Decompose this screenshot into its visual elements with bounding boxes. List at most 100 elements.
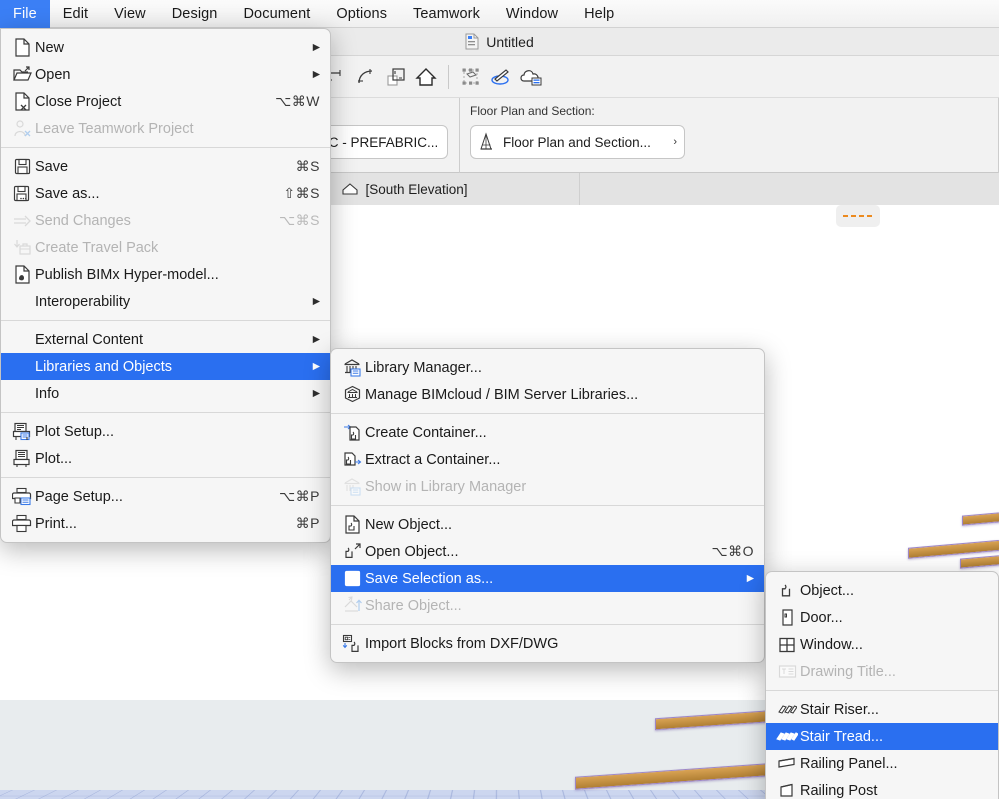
elevation-icon (341, 182, 359, 196)
menu-separator (331, 413, 764, 414)
menu-item-new[interactable]: New ▶ (1, 34, 330, 61)
open-object-icon (339, 541, 365, 563)
create-container-icon (339, 422, 365, 444)
curve-icon[interactable] (351, 62, 381, 92)
menu-item-plot-setup[interactable]: Plot Setup... (1, 418, 330, 445)
menubar-item-label: View (114, 6, 146, 22)
menu-item-create-container[interactable]: Create Container... (331, 419, 764, 446)
menubar-item-help[interactable]: Help (571, 0, 627, 28)
door-icon (774, 607, 800, 629)
menu-item-save[interactable]: Save ⌘S (1, 153, 330, 180)
menu-item-print[interactable]: Print... ⌘P (1, 510, 330, 537)
menu-item-label: Save as... (35, 185, 100, 202)
menu-item-manage-bimcloud-bim-server-libraries[interactable]: Manage BIMcloud / BIM Server Libraries..… (331, 381, 764, 408)
document-icon (465, 33, 479, 50)
file-menu[interactable]: New ▶ Open ▶ Close Project ⌥⌘W Leave Teamwork … (0, 28, 331, 543)
menubar-item-label: Options (336, 6, 388, 22)
menubar-item-options[interactable]: Options (323, 0, 400, 28)
save-disk-icon (9, 156, 35, 178)
page-setup-icon (9, 486, 35, 508)
menu-item-door[interactable]: Door... (766, 604, 998, 631)
menu-item-label: Libraries and Objects (35, 358, 173, 375)
menu-item-railing-panel[interactable]: Railing Panel... (766, 750, 998, 777)
menu-item-save-selection-as[interactable]: Save Selection as... ▶ (331, 565, 764, 592)
save-selection-as-submenu[interactable]: Object... Door... Window... Drawing Title..… (765, 571, 999, 799)
libraries-and-objects-submenu[interactable]: Library Manager... Manage BIMcloud / BIM … (330, 348, 765, 663)
roof-icon[interactable] (411, 62, 441, 92)
menu-item-open-object[interactable]: Open Object... ⌥⌘O (331, 538, 764, 565)
menu-item-publish-bimx-hyper-model[interactable]: Publish BIMx Hyper-model... (1, 261, 330, 288)
menu-item-label: Interoperability (35, 293, 131, 310)
window-icon (774, 634, 800, 656)
object-icon (774, 580, 800, 602)
railing-panel-icon (774, 753, 800, 775)
menu-item-label: Extract a Container... (365, 451, 501, 468)
menu-item-object[interactable]: Object... (766, 577, 998, 604)
show-library-icon (339, 476, 365, 498)
menubar-item-label: Document (243, 6, 311, 22)
submenu-arrow-icon: ▶ (312, 361, 320, 372)
menu-item-interoperability[interactable]: Interoperability ▶ (1, 288, 330, 315)
menu-item-import-blocks-from-dxf-dwg[interactable]: Import Blocks from DXF/DWG (331, 630, 764, 657)
bimcloud-icon (339, 384, 365, 406)
dashed-line-button[interactable] (836, 205, 880, 227)
menubar[interactable]: File Edit View Design Document Options Teamwor… (0, 0, 627, 28)
menu-item-new-object[interactable]: New Object... (331, 511, 764, 538)
menu-item-window[interactable]: Window... (766, 631, 998, 658)
close-doc-icon (9, 91, 35, 113)
menu-item-shortcut: ⌘P (295, 515, 320, 531)
menu-item-extract-a-container[interactable]: Extract a Container... (331, 446, 764, 473)
chevron-right-icon[interactable]: › (669, 136, 677, 148)
menu-item-railing-post[interactable]: Railing Post (766, 777, 998, 799)
stair-tread-icon (774, 726, 800, 748)
menu-item-label: Create Container... (365, 424, 487, 441)
menu-item-plot[interactable]: Plot... (1, 445, 330, 472)
menubar-item-teamwork[interactable]: Teamwork (400, 0, 493, 28)
menu-item-open[interactable]: Open ▶ (1, 61, 330, 88)
menu-item-drawing-title: Drawing Title... (766, 658, 998, 685)
floor-plan-section-selector[interactable]: Floor Plan and Section... › (470, 125, 685, 159)
menubar-item-design[interactable]: Design (159, 0, 231, 28)
menu-item-label: Open Object... (365, 543, 459, 560)
menu-item-label: Create Travel Pack (35, 239, 159, 256)
submenu-arrow-icon: ▶ (312, 69, 320, 80)
menu-item-library-manager[interactable]: Library Manager... (331, 354, 764, 381)
menu-item-label: Library Manager... (365, 359, 482, 376)
toolbar-separator-2 (448, 64, 449, 89)
menu-item-info[interactable]: Info ▶ (1, 380, 330, 407)
menubar-item-edit[interactable]: Edit (50, 0, 101, 28)
printer-icon (9, 513, 35, 535)
menu-item-external-content[interactable]: External Content ▶ (1, 326, 330, 353)
menu-item-stair-riser[interactable]: Stair Riser... (766, 696, 998, 723)
morph-icon[interactable] (456, 62, 486, 92)
share-object-icon (339, 595, 365, 617)
submenu-arrow-icon: ▶ (312, 42, 320, 53)
menu-item-label: Save Selection as... (365, 570, 494, 587)
menu-item-label: Object... (800, 582, 854, 599)
menu-item-shortcut: ⌥⌘P (279, 488, 320, 504)
menu-item-close-project[interactable]: Close Project ⌥⌘W (1, 88, 330, 115)
menu-item-shortcut: ⌥⌘W (275, 93, 320, 109)
menubar-item-view[interactable]: View (101, 0, 159, 28)
menubar-item-file[interactable]: File (0, 0, 50, 28)
info-group-label: Floor Plan and Section: (470, 104, 595, 118)
menu-item-label: Manage BIMcloud / BIM Server Libraries..… (365, 386, 639, 403)
menubar-item-document[interactable]: Document (230, 0, 323, 28)
menu-item-stair-tread[interactable]: Stair Tread... (766, 723, 998, 750)
chevron-right-icon[interactable]: › (445, 136, 447, 148)
open-folder-icon (9, 64, 35, 86)
menu-item-label: Share Object... (365, 597, 462, 614)
menu-item-save-as[interactable]: Save as... ⇧⌘S (1, 180, 330, 207)
menu-item-label: Info (35, 385, 60, 402)
menu-item-page-setup[interactable]: Page Setup... ⌥⌘P (1, 483, 330, 510)
menubar-item-window[interactable]: Window (493, 0, 571, 28)
menu-item-libraries-and-objects[interactable]: Libraries and Objects ▶ (1, 353, 330, 380)
cloud-icon[interactable] (516, 62, 546, 92)
resize-icon[interactable] (381, 62, 411, 92)
marquee-pen-icon[interactable] (486, 62, 516, 92)
tab-empty[interactable] (580, 173, 999, 205)
menu-item-leave-teamwork-project: Leave Teamwork Project (1, 115, 330, 142)
menu-separator (1, 320, 330, 321)
drawing-title-icon (774, 661, 800, 683)
floor-plan-section-icon (478, 131, 496, 153)
